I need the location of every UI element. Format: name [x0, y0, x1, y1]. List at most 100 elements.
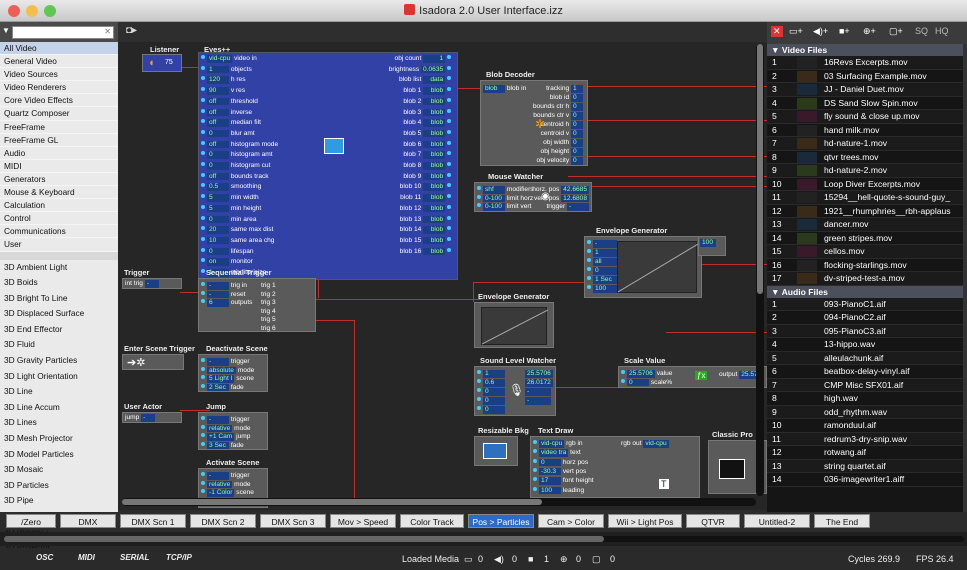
- port-dot[interactable]: [201, 358, 205, 362]
- port-value[interactable]: 6: [207, 299, 229, 307]
- text-draw-actor[interactable]: vid-cpu rgb in video tra text 0 horz pos -3…: [530, 436, 700, 498]
- port-value[interactable]: 0: [207, 247, 229, 256]
- scene-tab[interactable]: DMX Scn 3: [260, 514, 326, 528]
- port-value[interactable]: 1: [483, 370, 505, 378]
- port-dot[interactable]: [477, 406, 481, 410]
- media-row[interactable]: 2 094-PianoC2.aif: [767, 311, 963, 325]
- port-dot[interactable]: [201, 424, 205, 429]
- port-value[interactable]: absolute: [207, 366, 236, 375]
- media-row[interactable]: 7 hd-nature-1.mov: [767, 137, 963, 151]
- port-value[interactable]: 0.5: [207, 183, 229, 191]
- port-dot[interactable]: [587, 258, 591, 262]
- media-row[interactable]: 10 ramonduul.aif: [767, 419, 963, 433]
- port-value[interactable]: 0: [539, 458, 561, 467]
- scene-tab[interactable]: Mov > Speed: [330, 514, 396, 528]
- port-dot[interactable]: [447, 162, 451, 166]
- port-value[interactable]: 2 Sec: [207, 383, 229, 392]
- scene-tab[interactable]: DMX Scn 1: [120, 514, 186, 528]
- port-dot[interactable]: [201, 269, 205, 273]
- category-item[interactable]: General Video: [0, 55, 118, 69]
- actor-list-item[interactable]: 3D Bright To Line: [0, 291, 118, 307]
- media-row[interactable]: 10 Loop Diver Excerpts.mov: [767, 178, 963, 191]
- port-dot[interactable]: [201, 65, 205, 70]
- video-files-header[interactable]: ▼ Video Files: [767, 44, 963, 56]
- port-dot[interactable]: [477, 388, 481, 392]
- port-dot[interactable]: [587, 276, 591, 280]
- port-dot[interactable]: [201, 366, 205, 371]
- port-value[interactable]: -: [207, 358, 229, 366]
- port-value[interactable]: 3 Sec: [207, 441, 229, 450]
- scene-tab[interactable]: Pos > Particles: [468, 514, 534, 528]
- envelope-1-output-actor[interactable]: 100: [698, 236, 726, 256]
- port-value[interactable]: -: [593, 240, 617, 248]
- camera-icon[interactable]: ◘▸: [126, 25, 137, 36]
- port-dot[interactable]: [201, 441, 205, 446]
- port-dot[interactable]: [201, 247, 205, 252]
- sq-icon[interactable]: SQ: [915, 26, 928, 36]
- port-value[interactable]: off: [207, 119, 229, 127]
- sound-level-watcher-actor[interactable]: 1 0.6 0 0 0 25.5706 26.0172- - 🎙: [474, 366, 556, 416]
- sequential-trigger-actor[interactable]: - trig in - reset 6 outputs trig 1 trig 2 …: [198, 278, 316, 332]
- port-dot[interactable]: [201, 172, 205, 177]
- enter-scene-trigger-actor[interactable]: ➔✲: [122, 354, 184, 370]
- port-dot[interactable]: [201, 226, 205, 231]
- listener-actor[interactable]: ◖ 75: [142, 54, 182, 72]
- port-value[interactable]: video tra: [539, 449, 569, 457]
- resizable-bkg-actor[interactable]: [474, 436, 518, 466]
- port-dot[interactable]: [477, 194, 481, 199]
- canvas-vscroll-thumb[interactable]: [757, 44, 763, 294]
- port-dot[interactable]: [201, 87, 205, 92]
- scene-tab[interactable]: Cam > Color: [538, 514, 604, 528]
- port-dot[interactable]: [201, 416, 205, 420]
- category-item[interactable]: Audio: [0, 147, 118, 160]
- port-dot[interactable]: [533, 486, 537, 491]
- port-dot[interactable]: [201, 151, 205, 156]
- audio-files-header[interactable]: ▼ Audio Files: [767, 285, 963, 298]
- category-item[interactable]: MIDI: [0, 160, 118, 173]
- port-value[interactable]: 100: [539, 486, 561, 495]
- port-value[interactable]: -: [207, 472, 229, 480]
- port-dot[interactable]: [201, 282, 205, 286]
- trigger-actor[interactable]: int trig -: [122, 278, 182, 289]
- add-3d-icon[interactable]: ⊕+: [863, 26, 876, 37]
- port-value[interactable]: 120: [207, 76, 229, 84]
- port-value[interactable]: +1 Cam: [207, 433, 235, 441]
- port-value[interactable]: shf: [483, 186, 505, 194]
- port-value[interactable]: 0: [207, 215, 229, 224]
- serial-button[interactable]: SERIAL: [120, 553, 149, 562]
- port-dot[interactable]: [477, 397, 481, 401]
- add-video-icon[interactable]: ▭+: [789, 26, 803, 37]
- port-dot[interactable]: [533, 440, 537, 444]
- media-row[interactable]: 6 hand milk.mov: [767, 124, 963, 137]
- port-dot[interactable]: [447, 172, 451, 177]
- actor-list-item[interactable]: 3D Boids: [0, 275, 118, 291]
- port-dot[interactable]: [447, 194, 451, 199]
- media-row[interactable]: 3 JJ - Daniel Duet.mov: [767, 83, 963, 97]
- port-value[interactable]: vid-cpu: [539, 440, 565, 448]
- jump-actor[interactable]: - trigger relative mode +1 Cam jump 3 Sec f…: [198, 412, 268, 450]
- patch-workspace[interactable]: Listener ◖ 75 Eyes++ vid-cpu video in 1 o…: [118, 42, 767, 510]
- port-dot[interactable]: [587, 249, 591, 253]
- port-dot[interactable]: [201, 162, 205, 166]
- add-audio-icon[interactable]: ◀)+: [813, 26, 828, 37]
- category-item[interactable]: FreeFrame: [0, 121, 118, 134]
- media-row[interactable]: 17 dv-striped-test-a.mov: [767, 272, 963, 286]
- port-dot[interactable]: [447, 129, 451, 134]
- media-row[interactable]: 7 CMP Misc SFX01.aif: [767, 378, 963, 392]
- deactivate-scene-actor[interactable]: - trigger absolute mode 5 Light I scene 2 S…: [198, 354, 268, 392]
- port-dot[interactable]: [447, 236, 451, 241]
- media-row[interactable]: 16 flocking-starlings.mov: [767, 259, 963, 272]
- media-row[interactable]: 14 036-imagewriter1.aiff: [767, 473, 963, 487]
- actor-list-item[interactable]: 3D Model Particles: [0, 447, 118, 463]
- port-dot[interactable]: [447, 226, 451, 231]
- media-row[interactable]: 13 string quartet.aif: [767, 459, 963, 473]
- port-dot[interactable]: [201, 299, 205, 303]
- port-value[interactable]: -: [207, 416, 229, 424]
- port-dot[interactable]: [201, 140, 205, 145]
- media-row[interactable]: 11 redrum3-dry-snip.wav: [767, 432, 963, 446]
- user-actor[interactable]: jump -: [122, 412, 182, 423]
- category-item[interactable]: Video Renderers: [0, 81, 118, 95]
- port-value[interactable]: 17: [539, 477, 561, 485]
- canvas-hscroll-thumb[interactable]: [122, 499, 542, 505]
- media-row[interactable]: 3 095-PianoC3.aif: [767, 324, 963, 338]
